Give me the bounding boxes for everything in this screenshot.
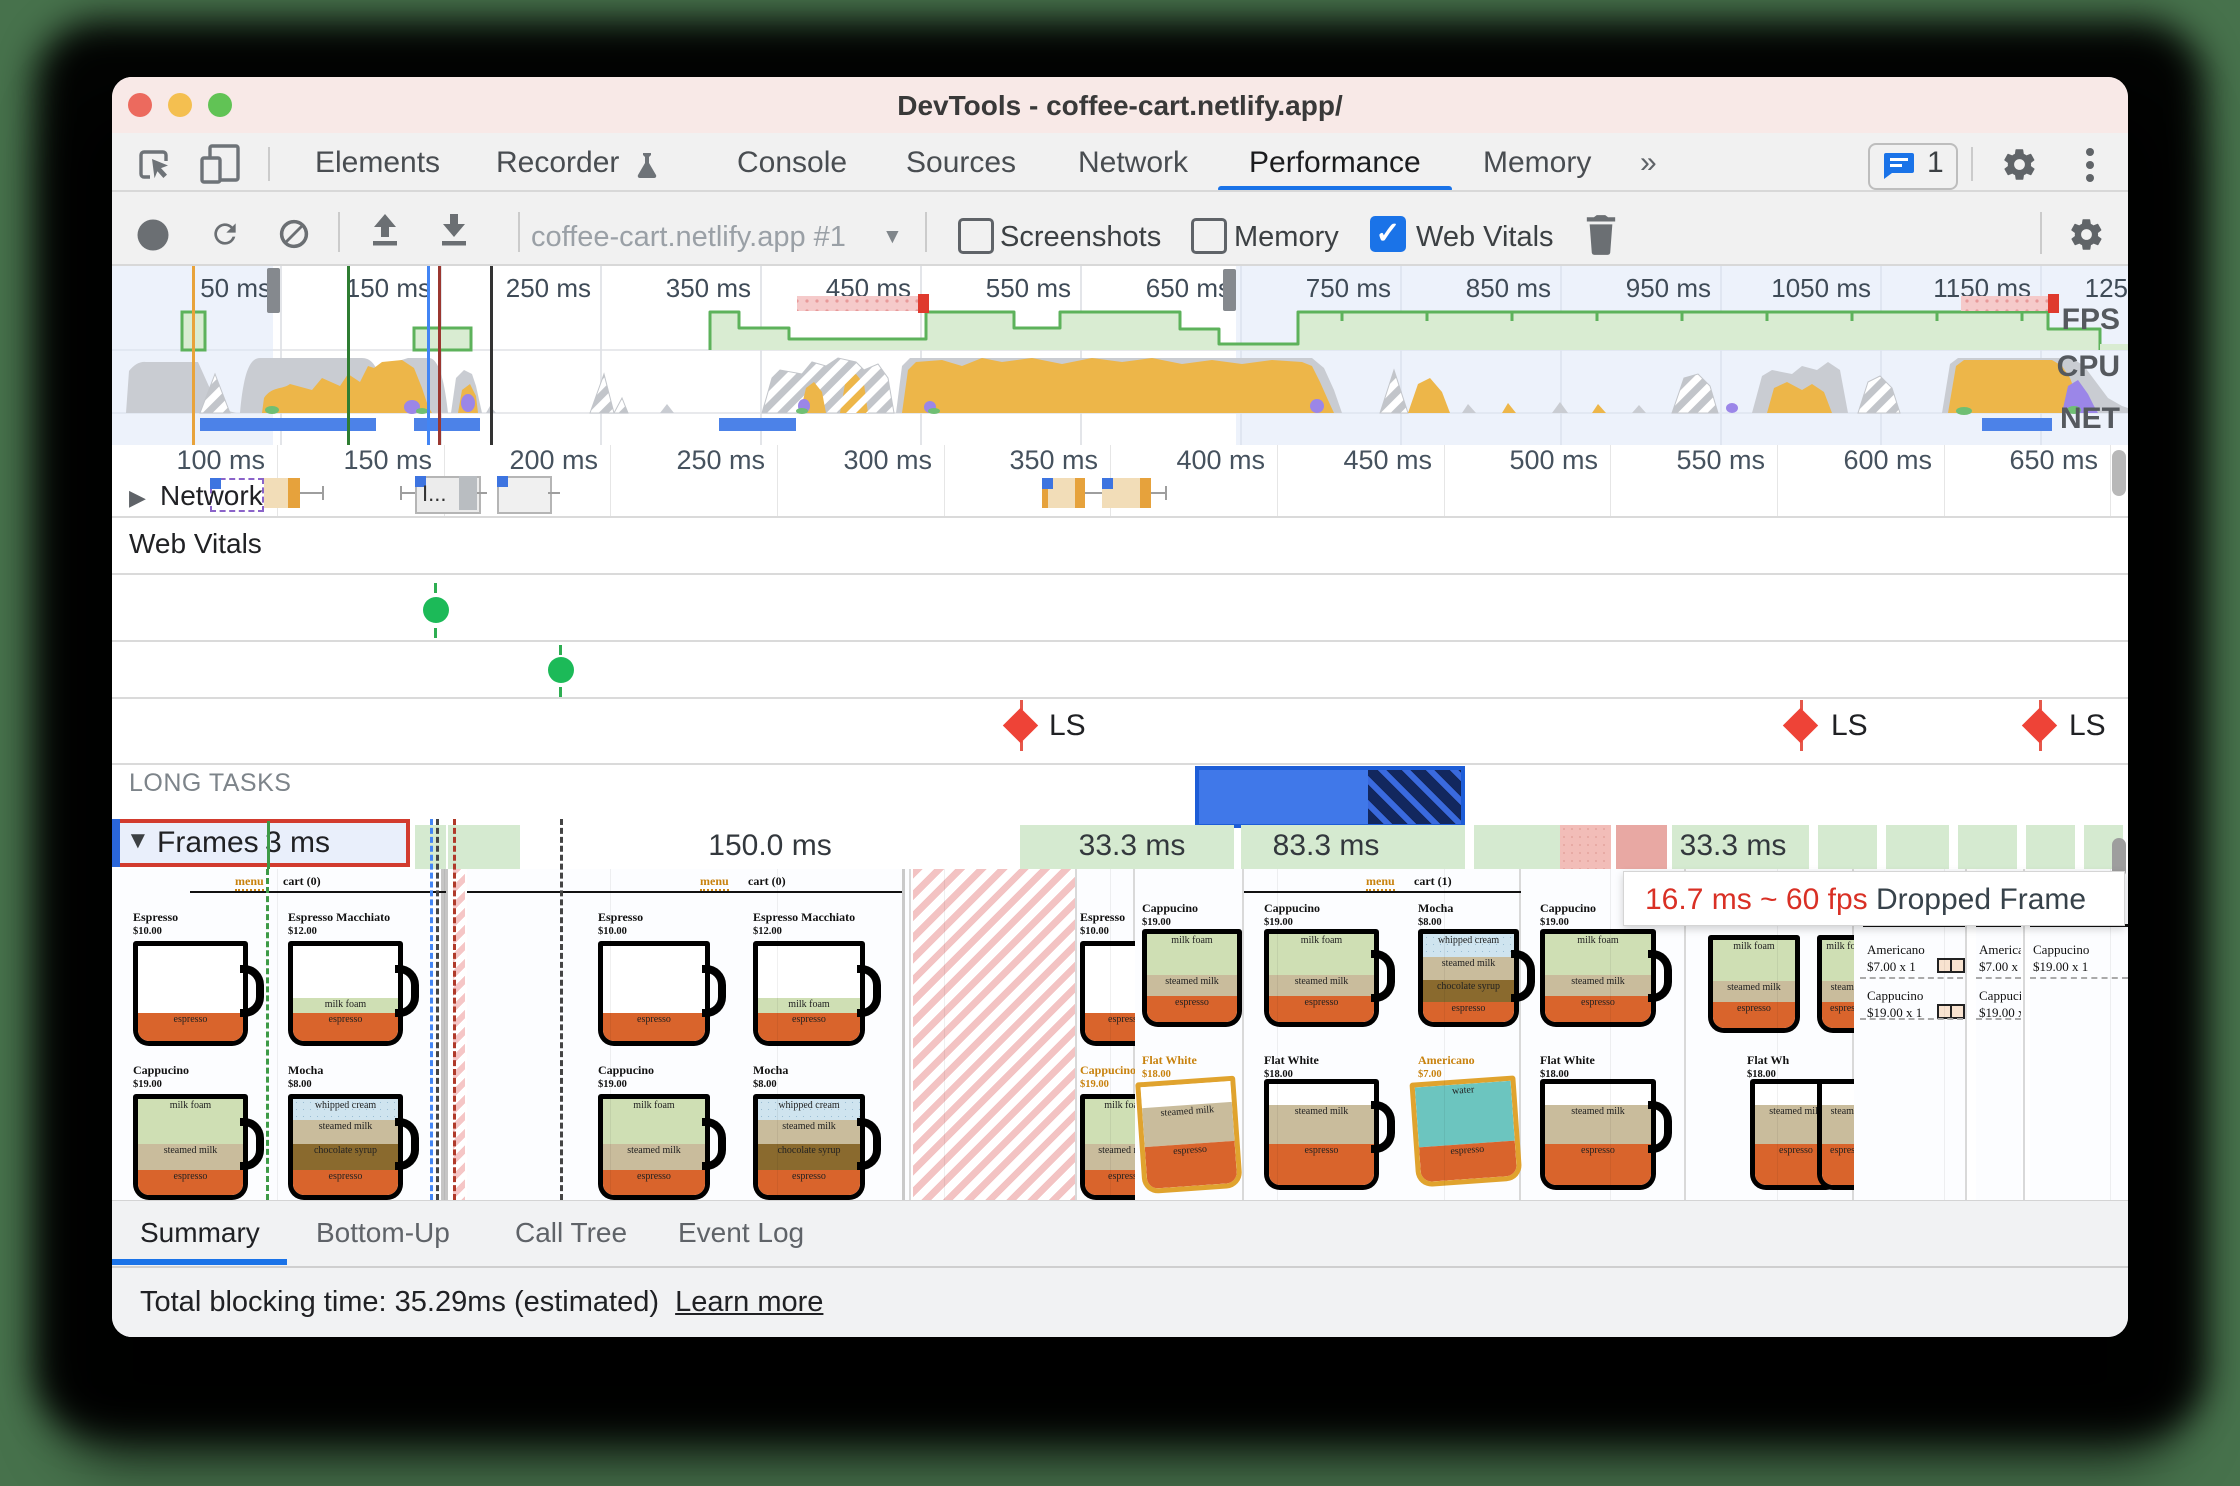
svg-text:850 ms: 850 ms xyxy=(1466,273,1551,303)
svg-text:CPU: CPU xyxy=(2057,350,2120,383)
svg-text:125: 125 xyxy=(2085,273,2128,303)
svg-text:350 ms: 350 ms xyxy=(666,273,751,303)
svg-text:1050 ms: 1050 ms xyxy=(1771,273,1871,303)
svg-text:250 ms: 250 ms xyxy=(506,273,591,303)
svg-text:950 ms: 950 ms xyxy=(1626,273,1711,303)
svg-text:50 ms: 50 ms xyxy=(200,273,271,303)
svg-text:NET: NET xyxy=(2060,402,2120,435)
svg-text:650 ms: 650 ms xyxy=(1146,273,1231,303)
svg-text:150 ms: 150 ms xyxy=(346,273,431,303)
svg-text:FPS: FPS xyxy=(2062,303,2120,336)
svg-text:550 ms: 550 ms xyxy=(986,273,1071,303)
svg-text:750 ms: 750 ms xyxy=(1306,273,1391,303)
